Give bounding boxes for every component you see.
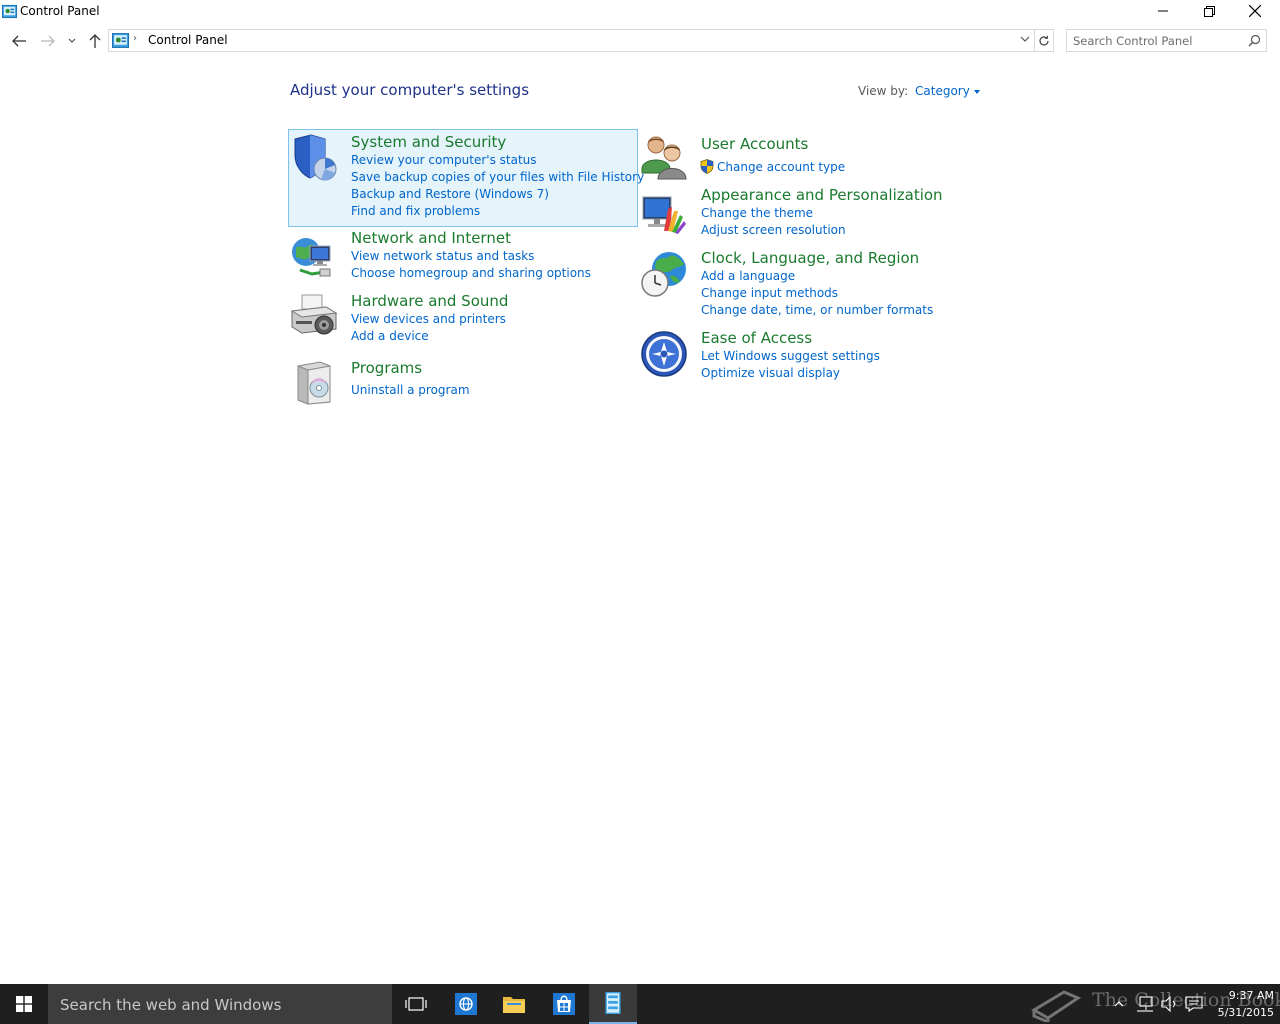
clock-date: 5/31/2015 <box>1217 1006 1274 1019</box>
chevron-down-icon <box>68 38 76 43</box>
breadcrumb-separator-icon[interactable]: › <box>133 33 137 44</box>
link-change-input-methods[interactable]: Change input methods <box>701 286 838 300</box>
ease-of-access-icon <box>641 331 687 377</box>
link-change-the-theme[interactable]: Change the theme <box>701 206 813 220</box>
link-review-computer-status[interactable]: Review your computer's status <box>351 153 537 167</box>
category-title-hardware-and-sound[interactable]: Hardware and Sound <box>351 292 508 310</box>
link-adjust-screen-resolution[interactable]: Adjust screen resolution <box>701 223 846 237</box>
chevron-up-icon[interactable] <box>1114 1000 1124 1008</box>
minimize-button[interactable] <box>1140 0 1186 22</box>
navigation-bar: › Control Panel <box>0 28 1280 54</box>
title-bar: Control Panel <box>0 0 1280 24</box>
link-find-and-fix-problems[interactable]: Find and fix problems <box>351 204 480 218</box>
category-title-user-accounts[interactable]: User Accounts <box>701 135 808 153</box>
category-programs[interactable]: Programs Uninstall a program <box>288 358 638 405</box>
arrow-up-icon <box>89 34 101 48</box>
refresh-icon <box>1038 35 1049 46</box>
task-view-icon <box>405 997 427 1011</box>
category-appearance-and-personalization[interactable]: Appearance and Personalization Change th… <box>638 185 988 243</box>
appearance-icon <box>642 196 686 234</box>
printer-icon <box>290 294 338 335</box>
taskbar-store-button[interactable] <box>540 984 588 1024</box>
view-by-value[interactable]: Category <box>915 84 970 98</box>
address-bar[interactable]: › Control Panel <box>108 29 1035 52</box>
task-view-button[interactable] <box>392 984 440 1024</box>
arrow-left-icon <box>12 35 26 47</box>
users-icon <box>641 136 687 180</box>
uac-shield-icon <box>700 159 714 174</box>
category-user-accounts[interactable]: User Accounts Change account type <box>638 131 988 181</box>
link-view-devices-printers[interactable]: View devices and printers <box>351 312 506 326</box>
clock[interactable]: 9:37 AM 5/31/2015 <box>1208 987 1274 1021</box>
category-network-and-internet[interactable]: Network and Internet View network status… <box>288 228 638 286</box>
view-by-dropdown[interactable]: Category <box>915 84 980 98</box>
category-title-clock-language-region[interactable]: Clock, Language, and Region <box>701 249 919 267</box>
close-icon <box>1249 5 1261 17</box>
window-title: Control Panel <box>20 4 100 18</box>
link-change-account-type[interactable]: Change account type <box>717 160 845 174</box>
network-status-icon[interactable] <box>1136 996 1154 1012</box>
link-view-network-status[interactable]: View network status and tasks <box>351 249 534 263</box>
category-clock-language-region[interactable]: Clock, Language, and Region Add a langua… <box>638 248 988 323</box>
link-save-backup-file-history[interactable]: Save backup copies of your files with Fi… <box>351 170 644 184</box>
control-panel-icon <box>112 33 129 48</box>
category-title-appearance-and-personalization[interactable]: Appearance and Personalization <box>701 186 943 204</box>
link-add-a-language[interactable]: Add a language <box>701 269 795 283</box>
volume-icon[interactable] <box>1160 996 1178 1012</box>
clock-time: 9:37 AM <box>1228 989 1274 1002</box>
category-ease-of-access[interactable]: Ease of Access Let Windows suggest setti… <box>638 328 988 384</box>
taskbar-browser-button[interactable] <box>442 984 490 1024</box>
clock-globe-icon <box>641 252 686 297</box>
category-hardware-and-sound[interactable]: Hardware and Sound View devices and prin… <box>288 291 638 349</box>
link-add-a-device[interactable]: Add a device <box>351 329 429 343</box>
taskbar-search-box[interactable]: Search the web and Windows <box>48 984 392 1024</box>
link-backup-and-restore[interactable]: Backup and Restore (Windows 7) <box>351 187 549 201</box>
control-panel-icon <box>605 992 621 1014</box>
minimize-icon <box>1158 10 1168 12</box>
view-by-label: View by: <box>858 84 909 98</box>
link-uninstall-a-program[interactable]: Uninstall a program <box>351 383 470 397</box>
network-icon <box>292 238 331 277</box>
breadcrumb[interactable]: Control Panel <box>148 33 228 47</box>
category-system-and-security[interactable]: System and Security Review your computer… <box>288 129 644 227</box>
restore-button[interactable] <box>1186 0 1232 22</box>
caret-down-icon <box>973 90 980 94</box>
chevron-down-icon[interactable] <box>1020 35 1030 43</box>
programs-icon <box>297 361 331 405</box>
up-button[interactable] <box>85 31 105 51</box>
link-optimize-visual-display[interactable]: Optimize visual display <box>701 366 840 380</box>
store-icon <box>553 993 575 1015</box>
start-button[interactable] <box>0 984 48 1024</box>
refresh-button[interactable] <box>1034 29 1054 52</box>
taskbar: Search the web and Windows The Collectio… <box>0 984 1280 1024</box>
category-title-programs[interactable]: Programs <box>351 359 422 377</box>
category-title-system-and-security[interactable]: System and Security <box>351 133 506 151</box>
internet-explorer-icon <box>455 993 477 1015</box>
forward-button[interactable] <box>38 31 58 51</box>
search-input[interactable] <box>1073 33 1243 49</box>
taskbar-control-panel-button[interactable] <box>589 984 637 1024</box>
windows-logo-icon <box>16 996 32 1012</box>
book-icon <box>1031 990 1082 1022</box>
close-button[interactable] <box>1232 0 1278 22</box>
category-title-ease-of-access[interactable]: Ease of Access <box>701 329 812 347</box>
folder-icon <box>503 997 525 1013</box>
search-box[interactable] <box>1066 29 1267 52</box>
search-icon[interactable] <box>1248 34 1261 47</box>
restore-icon <box>1203 5 1215 17</box>
link-windows-suggest-settings[interactable]: Let Windows suggest settings <box>701 349 880 363</box>
recent-locations-button[interactable] <box>62 31 82 51</box>
back-button[interactable] <box>9 31 29 51</box>
taskbar-search-text[interactable]: Search the web and Windows <box>60 996 281 1014</box>
page-heading: Adjust your computer's settings <box>290 81 530 99</box>
link-change-date-time-formats[interactable]: Change date, time, or number formats <box>701 303 933 317</box>
taskbar-file-explorer-button[interactable] <box>490 984 538 1024</box>
control-panel-icon <box>2 4 17 19</box>
category-title-network-and-internet[interactable]: Network and Internet <box>351 229 511 247</box>
link-homegroup-sharing[interactable]: Choose homegroup and sharing options <box>351 266 591 280</box>
shield-icon <box>294 134 337 181</box>
arrow-right-icon <box>41 35 55 47</box>
action-center-icon[interactable] <box>1185 996 1203 1012</box>
